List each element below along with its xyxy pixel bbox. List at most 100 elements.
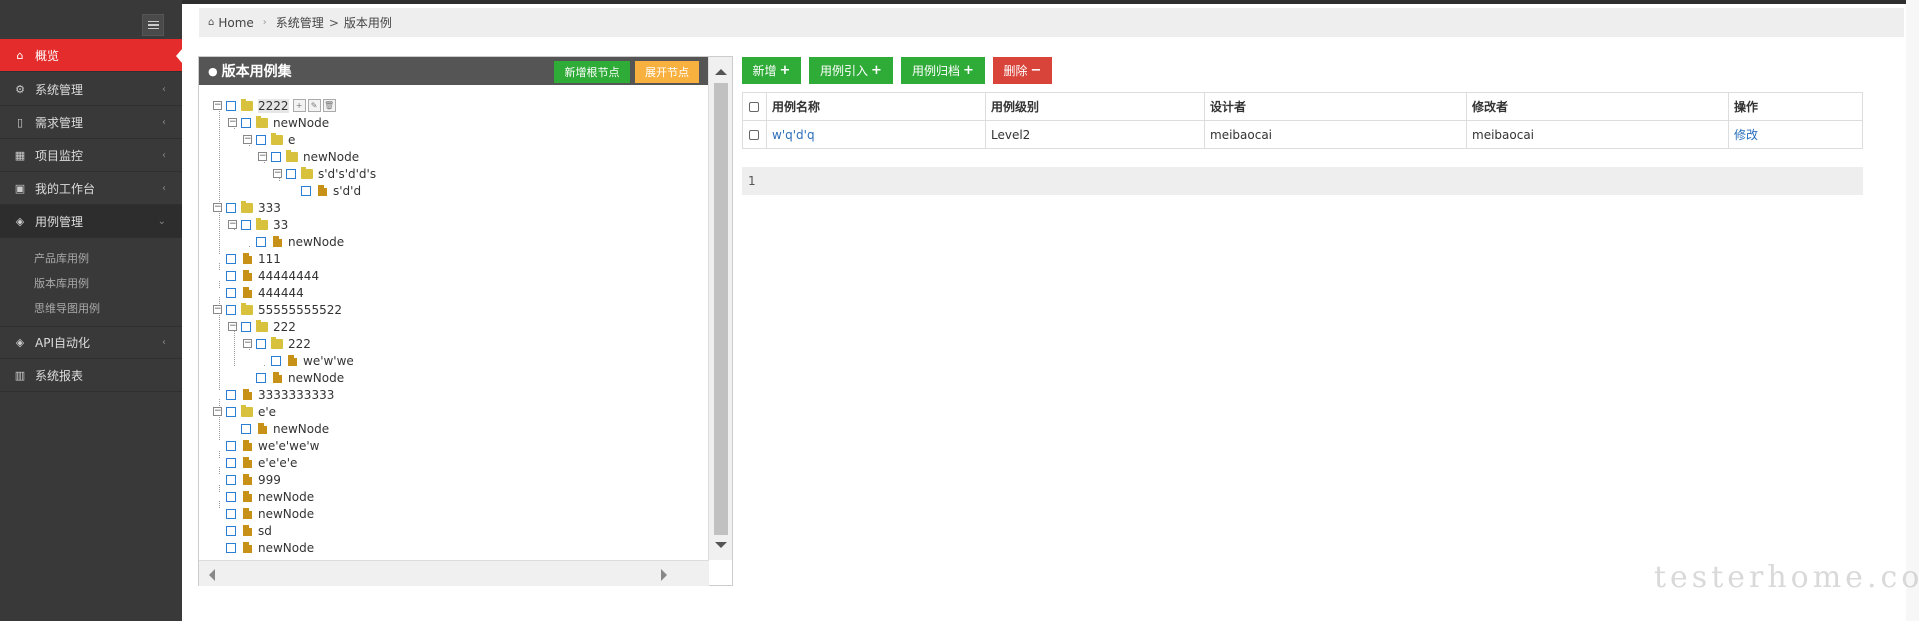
collapse-icon[interactable]: −	[213, 305, 222, 314]
collapse-icon[interactable]: −	[213, 101, 222, 110]
tree-node[interactable]: newNode	[213, 539, 314, 556]
tree-node-checkbox[interactable]	[226, 440, 236, 451]
tree-node-checkbox[interactable]	[226, 491, 236, 502]
tree-node[interactable]: 444444	[213, 284, 304, 301]
tree-node[interactable]: − 33	[228, 216, 288, 233]
add-root-node-button[interactable]: 新增根节点	[554, 61, 630, 83]
tree-node-checkbox[interactable]	[241, 423, 251, 434]
tree-node-checkbox[interactable]	[301, 185, 311, 196]
sidebar-item-overview[interactable]: ⌂ 概览	[0, 39, 182, 72]
sidebar-item-requirements[interactable]: ▯ 需求管理 ‹	[0, 106, 182, 139]
collapse-icon[interactable]: −	[228, 220, 237, 229]
tree-node[interactable]: newNode	[243, 233, 344, 250]
tree-node-checkbox[interactable]	[226, 474, 236, 485]
tree-node[interactable]: − newNode	[228, 114, 329, 131]
collapse-icon[interactable]: −	[213, 203, 222, 212]
tree-node[interactable]: newNode	[228, 420, 329, 437]
add-case-button[interactable]: 新增 +	[742, 57, 801, 84]
tree-node-checkbox[interactable]	[226, 100, 236, 111]
tree-node[interactable]: 44444444	[213, 267, 319, 284]
tree-node-checkbox[interactable]	[226, 304, 236, 315]
tree-node[interactable]: newNode	[213, 488, 314, 505]
collapse-icon[interactable]: −	[213, 407, 222, 416]
sidebar-subitem-product-cases[interactable]: 产品库用例	[34, 250, 89, 266]
scroll-right-icon[interactable]	[661, 569, 667, 581]
tree-node-checkbox[interactable]	[271, 355, 281, 366]
add-icon[interactable]: +	[292, 99, 306, 112]
delete-case-button[interactable]: 删除 −	[993, 57, 1052, 84]
sidebar-toggle-button[interactable]	[142, 14, 164, 36]
vertical-scrollbar[interactable]	[708, 57, 732, 560]
tree-node[interactable]: − e	[243, 131, 295, 148]
tree-node-checkbox[interactable]	[226, 253, 236, 264]
row-checkbox[interactable]	[749, 130, 759, 140]
tree-node-checkbox[interactable]	[256, 134, 266, 145]
tree-node[interactable]: − 333	[213, 199, 281, 216]
expand-nodes-button[interactable]: 展开节点	[635, 61, 699, 83]
tree-node-checkbox[interactable]	[226, 542, 236, 553]
tree-node[interactable]: − 2222 + ✎ 🗑	[213, 97, 336, 114]
page-number[interactable]: 1	[748, 174, 756, 188]
tree-node[interactable]: − newNode	[258, 148, 359, 165]
tree-node-checkbox[interactable]	[256, 236, 266, 247]
sidebar-item-project-monitor[interactable]: ▦ 项目监控 ‹	[0, 139, 182, 172]
collapse-icon[interactable]: −	[228, 322, 237, 331]
tree-node[interactable]: − 55555555522	[213, 301, 342, 318]
tree-node[interactable]: we'e'we'w	[213, 437, 320, 454]
tree-node-checkbox[interactable]	[241, 117, 251, 128]
tree-node-checkbox[interactable]	[256, 338, 266, 349]
horizontal-scrollbar[interactable]	[199, 560, 709, 586]
tree-node[interactable]: − s'd's'd'd's	[273, 165, 376, 182]
scroll-up-icon[interactable]	[715, 69, 727, 75]
collapse-icon[interactable]: −	[273, 169, 282, 178]
tree-node-checkbox[interactable]	[256, 372, 266, 383]
tree-node[interactable]: − 222	[243, 335, 311, 352]
tree-node[interactable]: 999	[213, 471, 281, 488]
tree-node-checkbox[interactable]	[241, 219, 251, 230]
tree-node[interactable]: 111	[213, 250, 281, 267]
sidebar-item-reports[interactable]: ▥ 系统报表	[0, 359, 182, 392]
scroll-down-icon[interactable]	[715, 542, 727, 548]
tree-node-checkbox[interactable]	[226, 270, 236, 281]
tree-node[interactable]: 3333333333	[213, 386, 334, 403]
edit-icon[interactable]: ✎	[307, 99, 321, 112]
tree-node[interactable]: − e'e	[213, 403, 276, 420]
archive-case-button[interactable]: 用例归档 +	[901, 57, 985, 84]
tree-node-checkbox[interactable]	[226, 457, 236, 468]
tree-node[interactable]: newNode	[213, 505, 314, 522]
case-name-link[interactable]: w'q'd'q	[766, 120, 986, 149]
collapse-icon[interactable]: −	[243, 135, 252, 144]
import-case-button[interactable]: 用例引入 +	[809, 57, 893, 84]
sidebar-item-api-automation[interactable]: ◈ API自动化 ‹	[0, 326, 182, 359]
tree-node-checkbox[interactable]	[226, 508, 236, 519]
sidebar-item-system[interactable]: ⚙ 系统管理 ‹	[0, 73, 182, 106]
tree-node[interactable]: newNode	[243, 369, 344, 386]
tree-node-checkbox[interactable]	[271, 151, 281, 162]
collapse-icon[interactable]: −	[243, 339, 252, 348]
sidebar-item-workbench[interactable]: ▣ 我的工作台 ‹	[0, 172, 182, 205]
tree-node[interactable]: e'e'e'e	[213, 454, 297, 471]
sidebar-item-testcases[interactable]: ◈ 用例管理 ⌄	[0, 205, 182, 238]
tree-node[interactable]: sd	[213, 522, 272, 539]
sidebar-subitem-version-cases[interactable]: 版本库用例	[34, 275, 89, 291]
collapse-icon[interactable]: −	[228, 118, 237, 127]
select-all-checkbox[interactable]	[749, 102, 759, 112]
tree-node-checkbox[interactable]	[226, 202, 236, 213]
delete-icon[interactable]: 🗑	[322, 99, 336, 112]
tree-node[interactable]: we'w'we	[258, 352, 354, 369]
tree-node[interactable]: − 222	[228, 318, 296, 335]
tree-node-checkbox[interactable]	[226, 389, 236, 400]
scroll-thumb[interactable]	[714, 83, 728, 535]
collapse-icon[interactable]: −	[258, 152, 267, 161]
tree-node-checkbox[interactable]	[226, 525, 236, 536]
breadcrumb-home[interactable]: Home	[218, 16, 253, 30]
tree-node-checkbox[interactable]	[226, 406, 236, 417]
tree-node-checkbox[interactable]	[286, 168, 296, 179]
tree-node-checkbox[interactable]	[226, 287, 236, 298]
sidebar-subitem-mindmap-cases[interactable]: 思维导图用例	[34, 300, 100, 316]
scroll-left-icon[interactable]	[209, 569, 215, 581]
edit-link[interactable]: 修改	[1728, 120, 1863, 149]
breadcrumb-level1[interactable]: 系统管理	[276, 14, 324, 31]
tree-node-checkbox[interactable]	[241, 321, 251, 332]
tree-node[interactable]: s'd'd	[288, 182, 361, 199]
